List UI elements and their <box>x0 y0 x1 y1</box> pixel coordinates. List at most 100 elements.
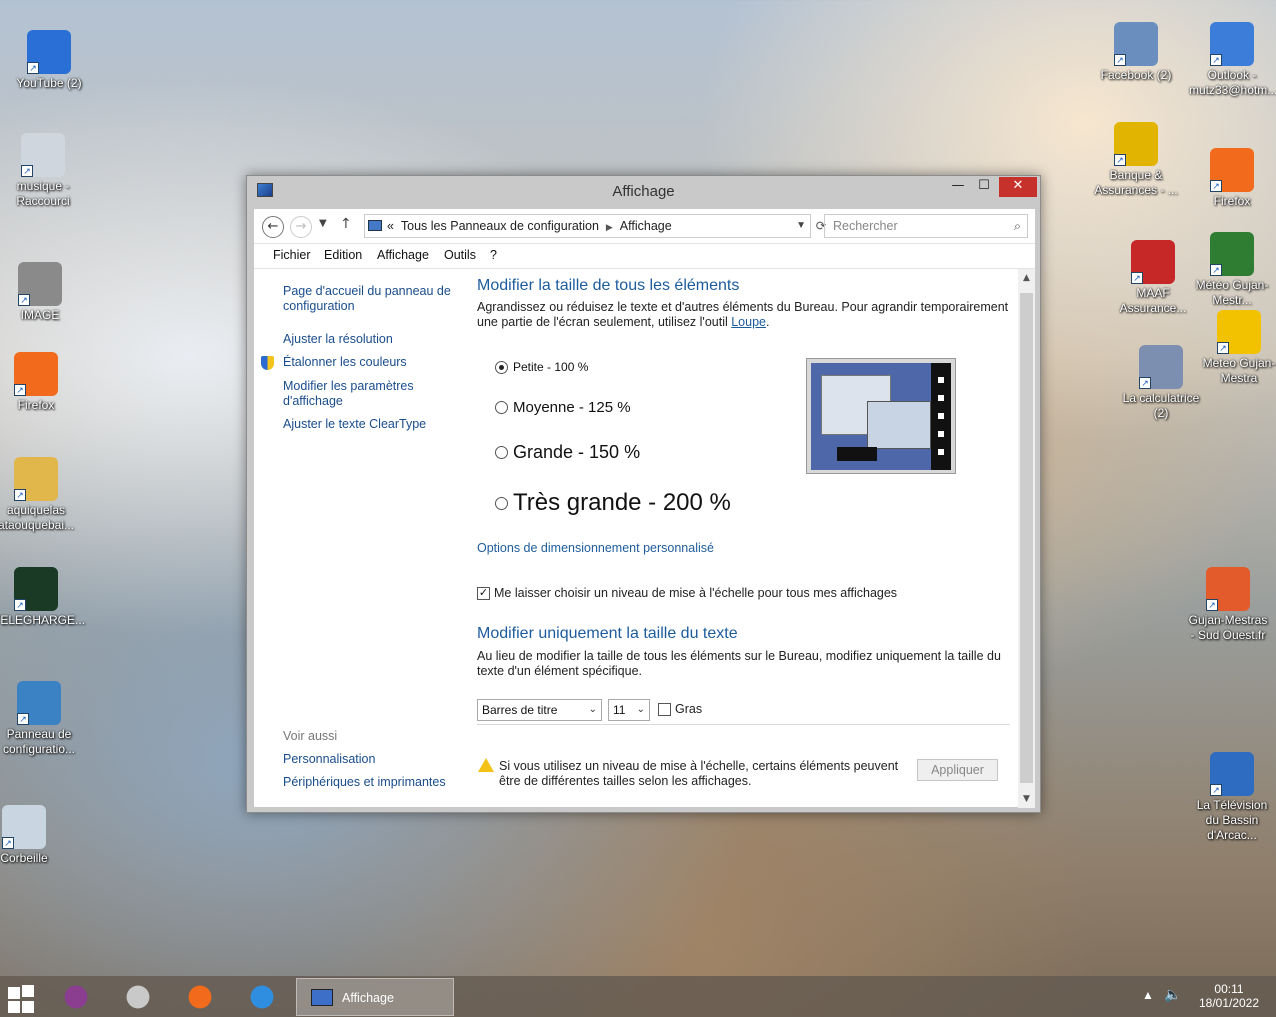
radio-large[interactable]: Grande - 150 % <box>495 442 640 463</box>
maximize-button[interactable]: ☐ <box>971 177 997 197</box>
minimize-button[interactable]: — <box>945 177 971 197</box>
shield-icon <box>261 356 274 370</box>
volume-icon[interactable]: 🔈 <box>1164 987 1181 1001</box>
search-input[interactable]: Rechercher ⌕ <box>824 214 1028 238</box>
menu-help[interactable]: ? <box>490 248 497 262</box>
heading-text-only: Modifier uniquement la taille du texte <box>477 625 738 642</box>
shortcut-arrow-icon: ↗ <box>14 599 26 611</box>
bank-icon: ↗ <box>1114 122 1158 166</box>
clock-time: 00:11 <box>1214 982 1244 996</box>
desktop-icon-control-panel[interactable]: ↗ Panneau de configuratio... <box>0 681 82 757</box>
menu-affichage[interactable]: Affichage <box>377 248 429 262</box>
desktop-icon-outlook[interactable]: ↗ Outlook - mutz33@hotm... <box>1189 22 1276 98</box>
close-button[interactable]: ✕ <box>999 177 1037 197</box>
taskbar-calculator-icon[interactable] <box>58 980 94 1014</box>
apply-button[interactable]: Appliquer <box>917 759 998 781</box>
bold-checkbox[interactable] <box>658 703 671 716</box>
magnifier-link[interactable]: Loupe <box>731 315 766 329</box>
address-bar[interactable]: « Tous les Panneaux de configuration ▶ A… <box>364 214 826 238</box>
display-app-icon <box>311 989 333 1006</box>
description-resize-all-end: . <box>766 315 770 329</box>
sidebar-link-cleartype[interactable]: Ajuster le texte ClearType <box>283 417 426 432</box>
start-button[interactable] <box>6 980 38 1014</box>
menu-fichier[interactable]: Fichier <box>273 248 311 262</box>
desktop-icon-house[interactable]: ↗ Gujan-Mestras - Sud Ouest.fr <box>1185 567 1271 643</box>
sidebar-link-devices-printers[interactable]: Périphériques et imprimantes <box>283 775 446 790</box>
desktop-icon-firefox[interactable]: ↗ Firefox <box>0 352 79 413</box>
menu-edition[interactable]: Edition <box>324 248 362 262</box>
font-size-select[interactable]: 11 ⌄ <box>608 699 650 721</box>
address-dropdown-icon[interactable]: ▼ <box>796 215 806 237</box>
shortcut-arrow-icon: ↗ <box>14 384 26 396</box>
scrollbar-thumb[interactable] <box>1020 293 1033 783</box>
back-arrow-icon[interactable]: ← <box>262 216 284 238</box>
desktop-icon-folder-user[interactable]: ↗ aquiquelas ataouquebai... <box>0 457 79 533</box>
sidebar-link-home[interactable]: Page d'accueil du panneau de configurati… <box>283 284 453 314</box>
scroll-down-icon[interactable]: ▼ <box>1018 794 1035 804</box>
taskbar-internet-explorer-icon[interactable] <box>244 980 280 1014</box>
clock[interactable]: 00:11 18/01/2022 <box>1196 982 1262 1010</box>
bold-label: Gras <box>675 702 703 716</box>
radio-medium[interactable]: Moyenne - 125 % <box>495 399 631 416</box>
sidebar-link-display-settings[interactable]: Modifier les paramètres d'affichage <box>283 379 423 409</box>
element-select[interactable]: Barres de titre ⌄ <box>477 699 602 721</box>
desktop-icon-star[interactable]: ↗ Meteo Gujan-Mestra <box>1196 310 1276 386</box>
radio-medium-indicator[interactable] <box>495 401 508 414</box>
desktop-icon-calculator[interactable]: ↗ La calculatrice (2) <box>1118 345 1204 421</box>
desktop-icon-people[interactable]: ↗ Facebook (2) <box>1093 22 1179 83</box>
radio-small-indicator[interactable] <box>495 360 508 374</box>
shortcut-arrow-icon: ↗ <box>1206 599 1218 611</box>
scroll-up-icon[interactable]: ▲ <box>1018 273 1035 283</box>
scale-per-display-checkbox[interactable]: ✓ <box>477 587 490 600</box>
sidebar-link-calibrate[interactable]: Étalonner les couleurs <box>261 355 407 370</box>
desktop-icon-label: Firefox <box>17 398 55 412</box>
breadcrumb-prefix[interactable]: « <box>387 219 394 233</box>
breadcrumb-display[interactable]: Affichage <box>620 219 672 233</box>
chevron-up-icon[interactable]: ▲ <box>1142 988 1154 1002</box>
desktop-icon-globe[interactable]: ↗ YouTube (2) <box>6 30 92 91</box>
forward-arrow-icon[interactable]: → <box>290 216 312 238</box>
breadcrumb-all-control-panels[interactable]: Tous les Panneaux de configuration <box>401 219 599 233</box>
window-titlebar[interactable]: Affichage — ☐ ✕ <box>247 176 1040 207</box>
taskbar-item-affichage[interactable]: Affichage <box>296 978 454 1016</box>
menu-outils[interactable]: Outils <box>444 248 476 262</box>
desktop-icon-firefox[interactable]: ↗ Firefox <box>1189 148 1275 209</box>
taskbar: Affichage ▲ 🔈 00:11 18/01/2022 <box>0 976 1276 1017</box>
tree-icon: ↗ <box>1210 232 1254 276</box>
desktop-icon-monitor-graph[interactable]: ↗ TELEGHARGE... <box>0 567 85 628</box>
warning-icon <box>478 758 494 772</box>
sidebar-link-resolution[interactable]: Ajuster la résolution <box>283 332 393 347</box>
taskbar-satellite-icon[interactable] <box>120 980 156 1014</box>
recycle-bin-icon: ↗ <box>2 805 46 849</box>
radio-large-indicator[interactable] <box>495 446 508 459</box>
desktop-icon-recycle-bin[interactable]: ↗ Corbeille <box>0 805 67 866</box>
folder-user-icon: ↗ <box>14 457 58 501</box>
font-size-select-value: 11 <box>613 703 626 717</box>
desktop-icon-label: Panneau de configuratio... <box>2 727 76 756</box>
tv-icon: ↗ <box>1210 752 1254 796</box>
desktop-icon-maaf[interactable]: ↗ MAAF Assurance... <box>1110 240 1196 316</box>
shortcut-arrow-icon: ↗ <box>27 62 39 74</box>
shortcut-arrow-icon: ↗ <box>1210 784 1222 796</box>
breadcrumb-separator-icon: ▶ <box>605 222 613 232</box>
radio-extra-large-indicator[interactable] <box>495 496 508 510</box>
vertical-scrollbar[interactable]: ▲ ▼ <box>1018 269 1035 808</box>
recent-locations-dropdown-icon[interactable]: ▼ <box>319 218 327 229</box>
up-arrow-icon[interactable]: ↑ <box>340 216 352 232</box>
cd-icon: ↗ <box>21 133 65 177</box>
shortcut-arrow-icon: ↗ <box>18 294 30 306</box>
custom-sizing-link[interactable]: Options de dimensionnement personnalisé <box>477 541 714 556</box>
desktop-icon-label: La Télévision du Bassin d'Arcac... <box>1196 798 1268 842</box>
sidebar-link-personalization[interactable]: Personnalisation <box>283 752 375 767</box>
sidebar-link-calibrate-label: Étalonner les couleurs <box>283 355 407 369</box>
desktop-icon-image[interactable]: ↗ IMAGE <box>0 262 83 323</box>
outlook-icon: ↗ <box>1210 22 1254 66</box>
radio-extra-large[interactable]: Très grande - 200 % <box>495 489 731 517</box>
search-icon[interactable]: ⌕ <box>1014 215 1021 237</box>
taskbar-firefox-icon[interactable] <box>182 980 218 1014</box>
desktop-icon-cd[interactable]: ↗ musique - Raccourci <box>0 133 86 209</box>
desktop-icon-tv[interactable]: ↗ La Télévision du Bassin d'Arcac... <box>1189 752 1275 843</box>
desktop-icon-tree[interactable]: ↗ Météo Gujan-Mestr... <box>1189 232 1275 308</box>
radio-small[interactable]: Petite - 100 % <box>495 360 588 374</box>
desktop-icon-bank[interactable]: ↗ Banque & Assurances - ... <box>1093 122 1179 198</box>
